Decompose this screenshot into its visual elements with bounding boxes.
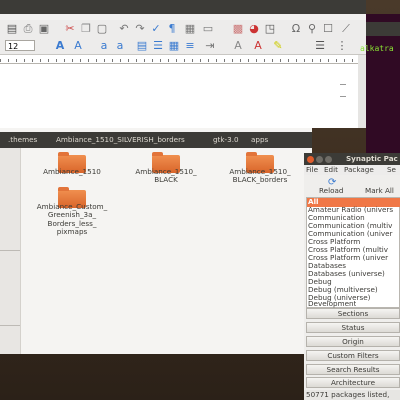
terminal-prompt: alkatra <box>360 44 394 53</box>
places-sidebar[interactable] <box>0 148 21 354</box>
copy-icon[interactable]: ❐ <box>80 23 92 35</box>
margin-mark <box>340 96 346 97</box>
undo-icon[interactable]: ↶ <box>118 23 130 35</box>
paragraph-style-icon[interactable]: ▤ <box>136 40 148 52</box>
font-size-field[interactable]: 12 <box>5 40 35 51</box>
mark-all-button[interactable]: Mark All <box>365 186 394 195</box>
menu-settings[interactable]: Se <box>387 165 396 174</box>
status-text: 50771 packages listed, <box>306 390 390 399</box>
special-character-icon[interactable]: Ω <box>290 23 302 35</box>
search-results-button[interactable]: Search Results <box>306 364 400 375</box>
reload-button[interactable]: Reload <box>319 186 343 195</box>
paste-icon[interactable]: ▢ <box>96 23 108 35</box>
line-icon[interactable]: ⟋ <box>340 23 352 35</box>
subscript-icon[interactable]: a <box>114 40 126 52</box>
folder-label[interactable]: Ambiance_1510_ BLACK_borders <box>218 167 302 185</box>
sidebar-divider <box>0 325 20 326</box>
breadcrumb-gtk[interactable]: gtk-3.0 <box>213 135 239 144</box>
minimize-icon[interactable] <box>316 156 323 163</box>
char-highlight-icon[interactable]: ✎ <box>272 40 284 52</box>
grow-font-icon[interactable]: A <box>54 40 66 52</box>
architecture-button[interactable]: Architecture <box>306 377 400 388</box>
folder-label[interactable]: Ambiance_1510 <box>30 167 114 176</box>
document-page[interactable] <box>0 64 358 128</box>
custom-filters-button[interactable]: Custom Filters <box>306 350 400 361</box>
shrink-font-icon[interactable]: A <box>72 40 84 52</box>
field-icon[interactable]: ◳ <box>264 23 276 35</box>
menu-edit[interactable]: Edit <box>324 165 338 174</box>
origin-button[interactable]: Origin <box>306 336 400 347</box>
ruler-ticks <box>0 59 366 62</box>
print-icon[interactable]: ⎙ <box>22 23 34 35</box>
list-item[interactable]: Development <box>308 300 356 308</box>
redo-icon[interactable]: ↷ <box>134 23 146 35</box>
menu-file[interactable]: File <box>306 165 318 174</box>
cut-icon[interactable]: ✂ <box>64 23 76 35</box>
export-pdf-icon[interactable]: ▤ <box>6 23 18 35</box>
window-title: Synaptic Pac <box>346 154 398 163</box>
status-button[interactable]: Status <box>306 322 400 333</box>
list-icon[interactable]: ≡ <box>184 40 196 52</box>
numbering-icon[interactable]: ⋮ <box>336 40 348 52</box>
preview-icon[interactable]: ▣ <box>38 23 50 35</box>
table-icon[interactable]: ▦ <box>184 23 196 35</box>
hyperlink-icon[interactable]: ⚲ <box>306 23 318 35</box>
margin-mark <box>340 84 346 85</box>
justify-icon[interactable]: ▦ <box>168 40 180 52</box>
document-scrollbar[interactable] <box>358 55 366 128</box>
image-icon[interactable]: ▩ <box>232 23 244 35</box>
maximize-icon[interactable] <box>325 156 332 163</box>
menu-package[interactable]: Package <box>344 165 374 174</box>
top-panel <box>0 0 366 14</box>
folder-label[interactable]: Ambiance_1510_ BLACK <box>124 167 208 185</box>
sections-button[interactable]: Sections <box>306 308 400 319</box>
close-icon[interactable] <box>307 156 314 163</box>
comment-icon[interactable]: ☐ <box>322 23 334 35</box>
align-icon[interactable]: ☰ <box>152 40 164 52</box>
terminal-titlebar[interactable] <box>366 22 400 36</box>
highlight-icon[interactable]: A <box>252 40 264 52</box>
superscript-icon[interactable]: a <box>98 40 110 52</box>
chart-icon[interactable]: ◕ <box>248 23 260 35</box>
spellcheck-icon[interactable]: ✓ <box>150 23 162 35</box>
sidebar-divider <box>0 250 20 251</box>
breadcrumb-themes[interactable]: .themes <box>8 135 37 144</box>
formatting-marks-icon[interactable]: ¶ <box>166 23 178 35</box>
folder-label[interactable]: Ambiance_Custom_ Greenish_3a_ Borders_le… <box>26 202 118 237</box>
textbox-icon[interactable]: ▭ <box>202 23 214 35</box>
breadcrumb-theme-folder[interactable]: Ambiance_1510_SILVERISH_borders <box>56 135 185 144</box>
bullets-icon[interactable]: ☰ <box>314 40 326 52</box>
breadcrumb-apps[interactable]: apps <box>251 135 268 144</box>
font-color-icon[interactable]: A <box>232 40 244 52</box>
indent-icon[interactable]: ⇥ <box>204 40 216 52</box>
